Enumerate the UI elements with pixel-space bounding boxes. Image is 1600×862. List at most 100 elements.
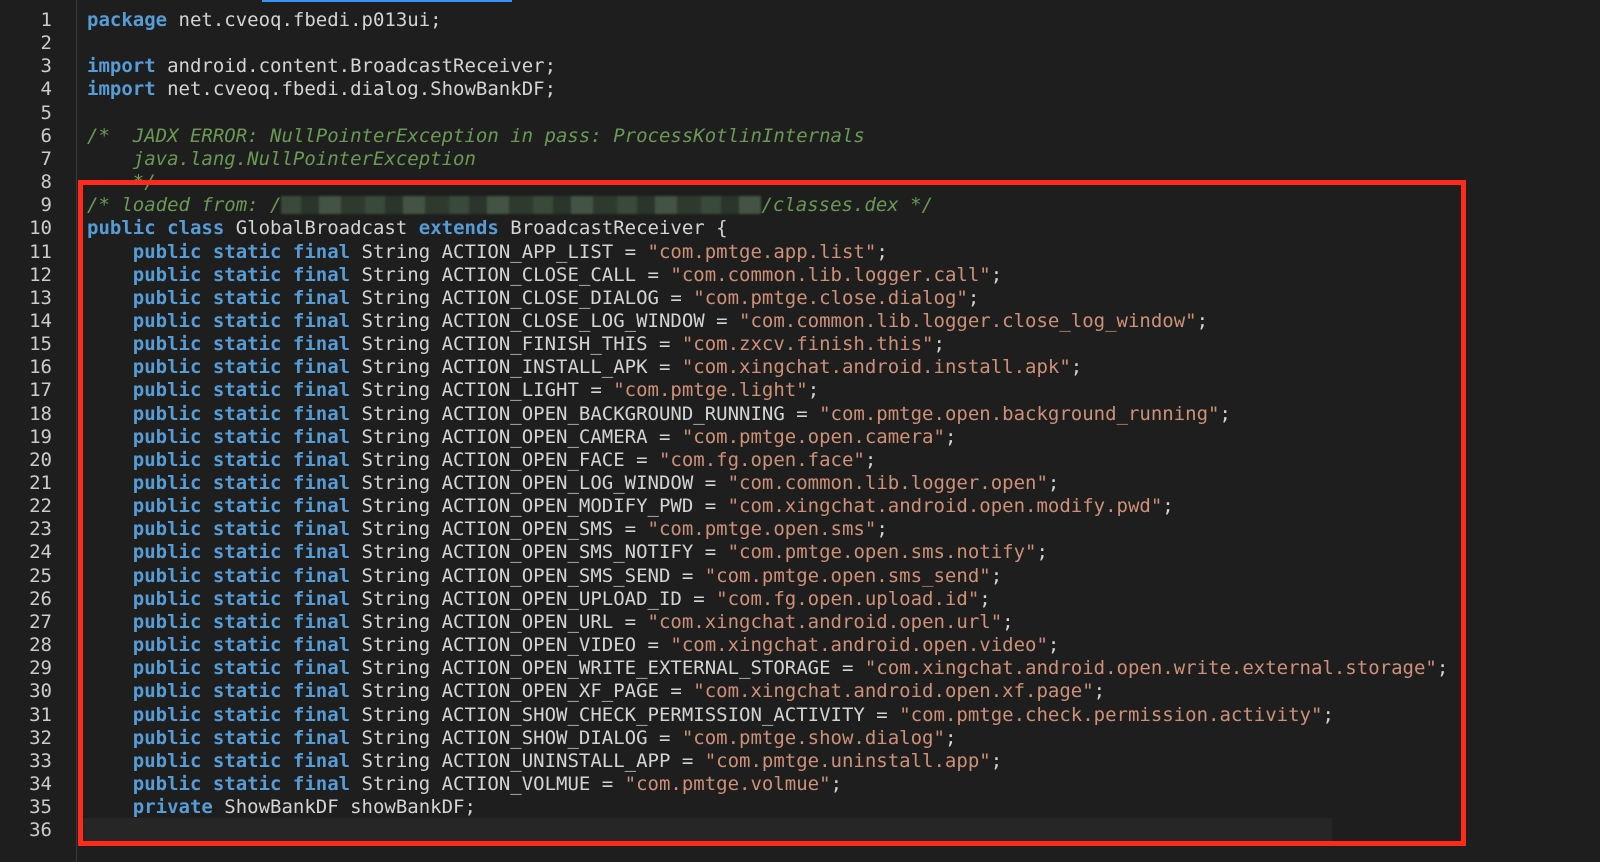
code-line[interactable]: 31 public static final String ACTION_SHO… (0, 704, 1600, 728)
code-text[interactable]: public static final String ACTION_CLOSE_… (87, 264, 1002, 288)
string-token: "com.xingchat.android.install.apk" (681, 356, 1071, 379)
code-line[interactable]: 34 public static final String ACTION_VOL… (0, 773, 1600, 797)
code-line[interactable]: 15 public static final String ACTION_FIN… (0, 333, 1600, 357)
code-line[interactable]: 3 import android.content.BroadcastReceive… (0, 55, 1600, 79)
code-text[interactable]: public static final String ACTION_LIGHT … (87, 379, 819, 403)
keyword-token: public static final (132, 448, 351, 471)
code-line[interactable]: 16 public static final String ACTION_INS… (0, 356, 1600, 380)
code-line[interactable]: 18 public static final String ACTION_OPE… (0, 403, 1600, 427)
code-text[interactable]: */ (87, 171, 156, 195)
code-line[interactable]: 35 private ShowBankDF showBankDF; (0, 796, 1600, 820)
line-number: 2 (40, 32, 52, 55)
code-text[interactable]: public static final String ACTION_INSTAL… (87, 356, 1082, 380)
code-line[interactable]: 22 public static final String ACTION_OPE… (0, 495, 1600, 519)
code-text[interactable]: java.lang.NullPointerException (87, 148, 476, 172)
keyword-token: public static final (132, 333, 351, 356)
code-line[interactable]: 30 public static final String ACTION_OPE… (0, 680, 1600, 704)
code-token: String ACTION_OPEN_URL = (350, 610, 648, 633)
code-text[interactable]: public static final String ACTION_OPEN_M… (87, 495, 1174, 519)
code-line[interactable]: 36 (0, 819, 1600, 843)
code-text[interactable]: public static final String ACTION_OPEN_U… (87, 588, 991, 612)
code-token: ; (1196, 309, 1209, 332)
code-text[interactable]: public static final String ACTION_OPEN_V… (87, 634, 1060, 658)
code-text[interactable]: public static final String ACTION_SHOW_C… (87, 704, 1334, 728)
code-token: ; (1002, 610, 1014, 633)
code-line[interactable]: 27 public static final String ACTION_OPE… (0, 611, 1600, 635)
code-text[interactable]: public static final String ACTION_OPEN_F… (87, 448, 877, 473)
line-number: 24 (29, 541, 52, 564)
code-text[interactable]: private ShowBankDF showBankDF; (87, 796, 476, 820)
code-token: String ACTION_OPEN_UPLOAD_ID = (350, 587, 717, 610)
code-line[interactable]: 23 public static final String ACTION_OPE… (0, 518, 1600, 542)
code-text[interactable]: public static final String ACTION_OPEN_C… (87, 425, 957, 450)
code-token: ; (990, 564, 1003, 587)
keyword-token: public static final (132, 356, 351, 379)
code-text[interactable]: public class GlobalBroadcast extends Bro… (87, 217, 728, 241)
line-number: 30 (29, 680, 52, 703)
code-token: GlobalBroadcast (224, 217, 419, 240)
code-line[interactable]: 8 */ (0, 171, 1600, 195)
keyword-token: public static final (132, 610, 351, 633)
code-text[interactable]: public static final String ACTION_OPEN_U… (87, 611, 1014, 635)
code-text[interactable]: package net.cveoq.fbedi.p013ui; (87, 9, 442, 33)
code-line[interactable]: 11 public static final String ACTION_APP… (0, 241, 1600, 265)
keyword-token: public static final (132, 240, 351, 263)
code-text[interactable]: /* loaded from: / /classes.dex */ (87, 194, 933, 218)
code-text[interactable]: /* JADX ERROR: NullPointerException in p… (87, 125, 865, 149)
keyword-token: public static final (132, 379, 351, 402)
code-text[interactable]: public static final String ACTION_UNINST… (87, 750, 1002, 774)
code-text[interactable]: public static final String ACTION_FINISH… (87, 333, 945, 357)
code-text[interactable]: public static final String ACTION_OPEN_X… (87, 680, 1105, 704)
code-text[interactable]: public static final String ACTION_SHOW_D… (87, 727, 957, 751)
code-token: String ACTION_OPEN_VIDEO = (350, 634, 671, 657)
keyword-token: public static final (132, 425, 351, 448)
code-line[interactable]: 19 public static final String ACTION_OPE… (0, 426, 1600, 450)
code-line[interactable]: 12 public static final String ACTION_CLO… (0, 264, 1600, 288)
code-line[interactable]: 5 (0, 102, 1600, 126)
code-line[interactable]: 29 public static final String ACTION_OPE… (0, 657, 1600, 681)
code-line[interactable]: 32 public static final String ACTION_SHO… (0, 727, 1600, 751)
code-line[interactable]: 2 (0, 32, 1600, 56)
code-line[interactable]: 7 java.lang.NullPointerException (0, 148, 1600, 172)
code-line[interactable]: 21 public static final String ACTION_OPE… (0, 472, 1600, 496)
code-token: String ACTION_CLOSE_LOG_WINDOW = (350, 309, 740, 332)
code-text[interactable]: public static final String ACTION_OPEN_L… (87, 472, 1060, 496)
code-line[interactable]: 14 public static final String ACTION_CLO… (0, 310, 1600, 334)
code-text[interactable]: public static final String ACTION_CLOSE_… (87, 287, 980, 311)
string-token: "com.xingchat.android.open.video" (670, 634, 1048, 657)
line-number: 33 (29, 749, 52, 772)
code-line[interactable]: 33 public static final String ACTION_UNI… (0, 750, 1600, 774)
code-text[interactable]: public static final String ACTION_CLOSE_… (87, 310, 1208, 334)
code-line[interactable]: 4 import net.cveoq.fbedi.dialog.ShowBankD… (0, 78, 1600, 102)
line-number: 27 (29, 610, 52, 633)
code-text[interactable]: public static final String ACTION_OPEN_W… (87, 657, 1449, 681)
code-line[interactable]: 9 /* loaded from: / /classes.dex */ (0, 194, 1600, 218)
code-line[interactable]: 20 public static final String ACTION_OPE… (0, 449, 1600, 473)
code-text[interactable]: public static final String ACTION_APP_LI… (87, 241, 888, 265)
code-line[interactable]: 24 public static final String ACTION_OPE… (0, 541, 1600, 565)
code-line[interactable]: 25 public static final String ACTION_OPE… (0, 565, 1600, 589)
code-text[interactable]: import net.cveoq.fbedi.dialog.ShowBankDF… (87, 78, 556, 102)
code-text[interactable]: public static final String ACTION_OPEN_S… (87, 518, 888, 542)
code-line[interactable]: 13 public static final String ACTION_CLO… (0, 287, 1600, 311)
code-line[interactable]: 6 /* JADX ERROR: NullPointerException in … (0, 125, 1600, 149)
code-line[interactable]: 26 public static final String ACTION_OPE… (0, 588, 1600, 612)
code-text[interactable]: public static final String ACTION_OPEN_S… (87, 565, 1002, 589)
code-text[interactable]: import android.content.BroadcastReceiver… (87, 55, 556, 79)
code-text[interactable]: public static final String ACTION_OPEN_S… (87, 541, 1048, 565)
keyword-token: public static final (132, 309, 351, 332)
code-line[interactable]: 1 package net.cveoq.fbedi.p013ui; (0, 9, 1600, 33)
line-number: 3 (40, 55, 52, 78)
code-editor[interactable]: 1 package net.cveoq.fbedi.p013ui; 2 3 import… (0, 0, 1600, 862)
code-token: String ACTION_INSTALL_APK = (350, 356, 682, 379)
code-line[interactable]: 28 public static final String ACTION_OPE… (0, 634, 1600, 658)
code-text[interactable]: public static final String ACTION_VOLMUE… (87, 773, 842, 797)
code-line[interactable]: 17 public static final String ACTION_LIG… (0, 379, 1600, 403)
code-line[interactable]: 10 public class GlobalBroadcast extends B… (0, 217, 1600, 241)
code-text[interactable]: public static final String ACTION_OPEN_B… (87, 403, 1231, 427)
